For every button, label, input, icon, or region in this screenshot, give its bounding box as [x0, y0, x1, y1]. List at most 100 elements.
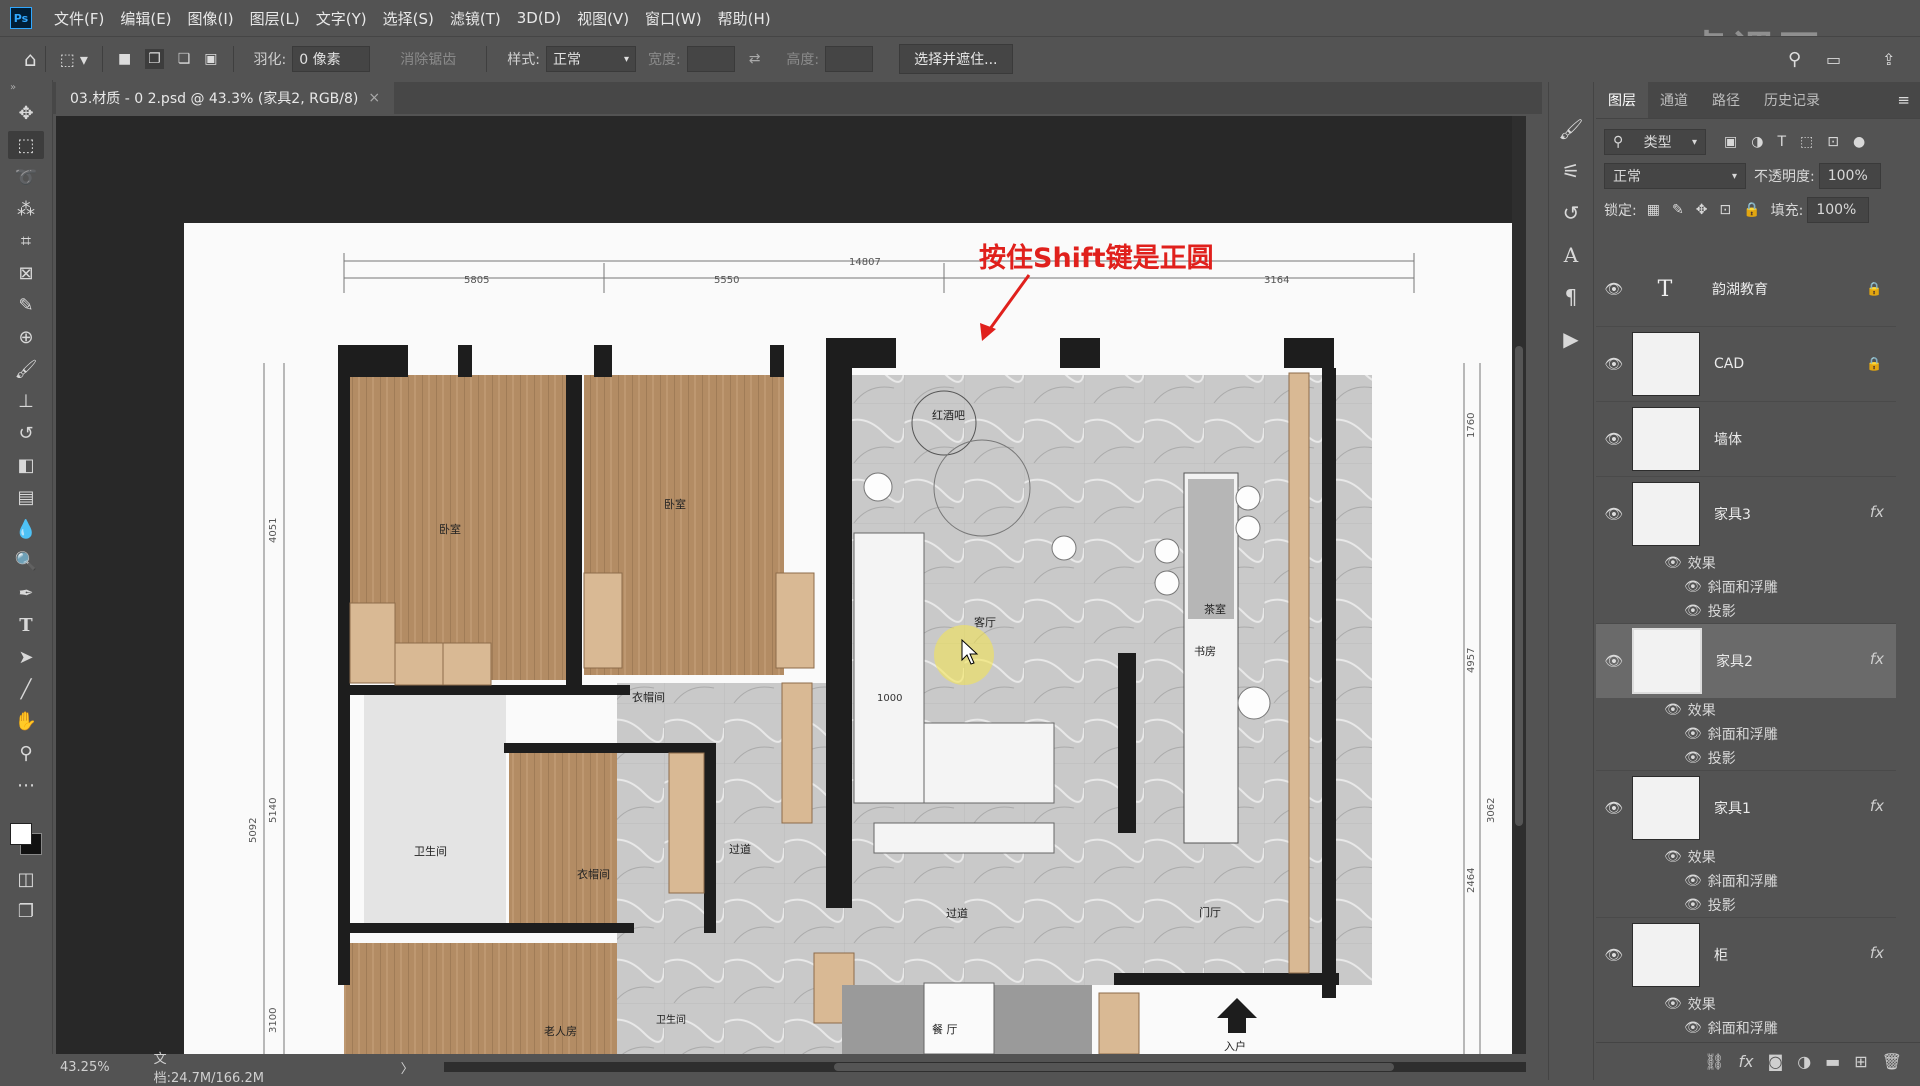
layer-row[interactable]: 👁 CAD 🔒	[1596, 327, 1896, 402]
eye-icon[interactable]: 👁	[1684, 897, 1702, 913]
eye-icon[interactable]: 👁	[1684, 726, 1702, 742]
eye-icon[interactable]: 👁	[1684, 750, 1702, 766]
document-tab[interactable]: 03.材质 - 0 2.psd @ 43.3% (家具2, RGB/8) ×	[56, 82, 395, 114]
status-arrow-icon[interactable]: 〉	[401, 1058, 414, 1077]
eye-icon[interactable]: 👁	[1596, 430, 1632, 448]
layer-row[interactable]: 👁 柜 fx	[1596, 918, 1896, 992]
fx-icon[interactable]: fx	[1870, 944, 1884, 962]
add-style-icon[interactable]: fx	[1739, 1052, 1754, 1071]
search-icon[interactable]: ⚲	[1788, 49, 1801, 70]
history-icon[interactable]: ↺	[1554, 196, 1588, 230]
crop-tool-icon[interactable]: ⌗	[8, 227, 44, 255]
effect-item[interactable]: 👁 投影	[1596, 746, 1896, 771]
new-selection-icon[interactable]: ■	[118, 51, 131, 67]
add-mask-icon[interactable]: ◙	[1768, 1052, 1784, 1071]
marquee-tool-icon[interactable]: ⬚	[8, 131, 44, 159]
h-scrollbar-thumb[interactable]	[833, 1063, 1394, 1071]
opacity-input[interactable]: 100%	[1818, 163, 1881, 189]
filter-type-icon[interactable]: T	[1777, 134, 1786, 150]
menu-type[interactable]: 文字(Y)	[308, 8, 375, 29]
effect-item[interactable]: 👁 投影	[1596, 893, 1896, 918]
horizontal-scrollbar[interactable]	[443, 1062, 1526, 1072]
collapse-icon[interactable]: »	[10, 82, 52, 93]
antialias-checkbox[interactable]: 消除锯齿	[400, 49, 456, 69]
layer-row[interactable]: 👁 T 韵湖教育 🔒	[1596, 252, 1896, 327]
move-tool-icon[interactable]: ✥	[8, 99, 44, 127]
vertical-scrollbar[interactable]	[1512, 116, 1526, 1054]
scrollbar-thumb[interactable]	[1515, 346, 1523, 826]
character-icon[interactable]: A	[1554, 238, 1588, 272]
eye-icon[interactable]: 👁	[1684, 1020, 1702, 1036]
subtract-selection-icon[interactable]: ❏	[178, 51, 191, 67]
menu-layer[interactable]: 图层(L)	[242, 8, 308, 29]
effect-item[interactable]: 👁 斜面和浮雕	[1596, 722, 1896, 746]
blur-tool-icon[interactable]: 💧	[8, 515, 44, 543]
close-icon[interactable]: ×	[368, 90, 380, 106]
gradient-tool-icon[interactable]: ▤	[8, 483, 44, 511]
paragraph-icon[interactable]: ¶	[1554, 280, 1588, 314]
layer-row[interactable]: 👁 家具1 fx	[1596, 771, 1896, 845]
lasso-tool-icon[interactable]: ➰	[8, 163, 44, 191]
eyedropper-tool-icon[interactable]: ✎	[8, 291, 44, 319]
more-tools-icon[interactable]: ⋯	[8, 771, 44, 799]
line-tool-icon[interactable]: ╱	[8, 675, 44, 703]
fill-input[interactable]: 100%	[1807, 197, 1870, 223]
effects-group[interactable]: 👁 效果	[1596, 698, 1896, 722]
path-selection-tool-icon[interactable]: ➤	[8, 643, 44, 671]
lock-all-icon[interactable]: 🔒	[1743, 202, 1760, 218]
eye-icon[interactable]: 👁	[1684, 603, 1702, 619]
filter-smart-icon[interactable]: ⊡	[1827, 134, 1839, 150]
history-brush-tool-icon[interactable]: ↺	[8, 419, 44, 447]
hand-tool-icon[interactable]: ✋	[8, 707, 44, 735]
new-group-icon[interactable]: ▬	[1825, 1052, 1840, 1071]
brush-tool-icon[interactable]: 🖌	[8, 355, 44, 383]
marquee-preset-icon[interactable]: ⬚ ▾	[60, 50, 88, 69]
screen-mode-icon[interactable]: ❐	[8, 897, 44, 925]
menu-select[interactable]: 选择(S)	[375, 8, 442, 29]
effect-item[interactable]: 👁 斜面和浮雕	[1596, 869, 1896, 893]
effect-item[interactable]: 👁 投影	[1596, 599, 1896, 624]
zoom-tool-icon[interactable]: ⚲	[8, 739, 44, 767]
effect-item[interactable]: 👁 斜面和浮雕	[1596, 1016, 1896, 1040]
panel-menu-icon[interactable]: ≡	[1897, 91, 1910, 109]
magic-wand-tool-icon[interactable]: ⁂	[8, 195, 44, 223]
pen-tool-icon[interactable]: ✒	[8, 579, 44, 607]
layer-row[interactable]: 👁 墙体	[1596, 402, 1896, 477]
menu-window[interactable]: 窗口(W)	[637, 8, 710, 29]
tab-paths[interactable]: 路径	[1700, 82, 1752, 118]
document-canvas[interactable]: 14807 5805 5550 3164 4051 5140 5092 3100…	[184, 223, 1526, 1054]
swap-icon[interactable]: ⇄	[749, 51, 761, 67]
height-input[interactable]	[825, 46, 874, 72]
quick-mask-icon[interactable]: ◫	[8, 865, 44, 893]
adjustments-icon[interactable]: ⚟	[1554, 154, 1588, 188]
eraser-tool-icon[interactable]: ◧	[8, 451, 44, 479]
menu-image[interactable]: 图像(I)	[180, 8, 242, 29]
layer-row[interactable]: 👁 家具3 fx	[1596, 477, 1896, 551]
new-layer-icon[interactable]: ⊞	[1854, 1052, 1867, 1071]
eye-icon[interactable]: 👁	[1664, 702, 1682, 718]
adjustment-layer-icon[interactable]: ◑	[1797, 1052, 1811, 1071]
filter-toggle-icon[interactable]: ●	[1853, 134, 1865, 150]
fx-icon[interactable]: fx	[1870, 503, 1884, 521]
eye-icon[interactable]: 👁	[1596, 505, 1632, 523]
blend-mode-select[interactable]: 正常 ▾	[1604, 163, 1746, 189]
menu-view[interactable]: 视图(V)	[569, 8, 637, 29]
play-icon[interactable]: ▶	[1554, 322, 1588, 356]
menu-edit[interactable]: 编辑(E)	[112, 8, 179, 29]
menu-help[interactable]: 帮助(H)	[710, 8, 779, 29]
filter-adjust-icon[interactable]: ◑	[1751, 134, 1763, 150]
filter-pixel-icon[interactable]: ▣	[1724, 134, 1737, 150]
lock-transparent-icon[interactable]: ▦	[1647, 202, 1660, 218]
eye-icon[interactable]: 👁	[1664, 996, 1682, 1012]
frame-tool-icon[interactable]: ⊠	[8, 259, 44, 287]
lock-paint-icon[interactable]: ✎	[1672, 202, 1684, 218]
workspace-icon[interactable]: ▭	[1826, 50, 1841, 69]
width-input[interactable]	[686, 46, 735, 72]
feather-input[interactable]: 0 像素	[292, 46, 371, 72]
eye-icon[interactable]: 👁	[1596, 355, 1632, 373]
eye-icon[interactable]: 👁	[1596, 799, 1632, 817]
link-layers-icon[interactable]: ⛓	[1704, 1052, 1724, 1071]
eye-icon[interactable]: 👁	[1684, 873, 1702, 889]
fx-icon[interactable]: fx	[1870, 650, 1884, 668]
lock-artboard-icon[interactable]: ⊡	[1719, 202, 1731, 218]
